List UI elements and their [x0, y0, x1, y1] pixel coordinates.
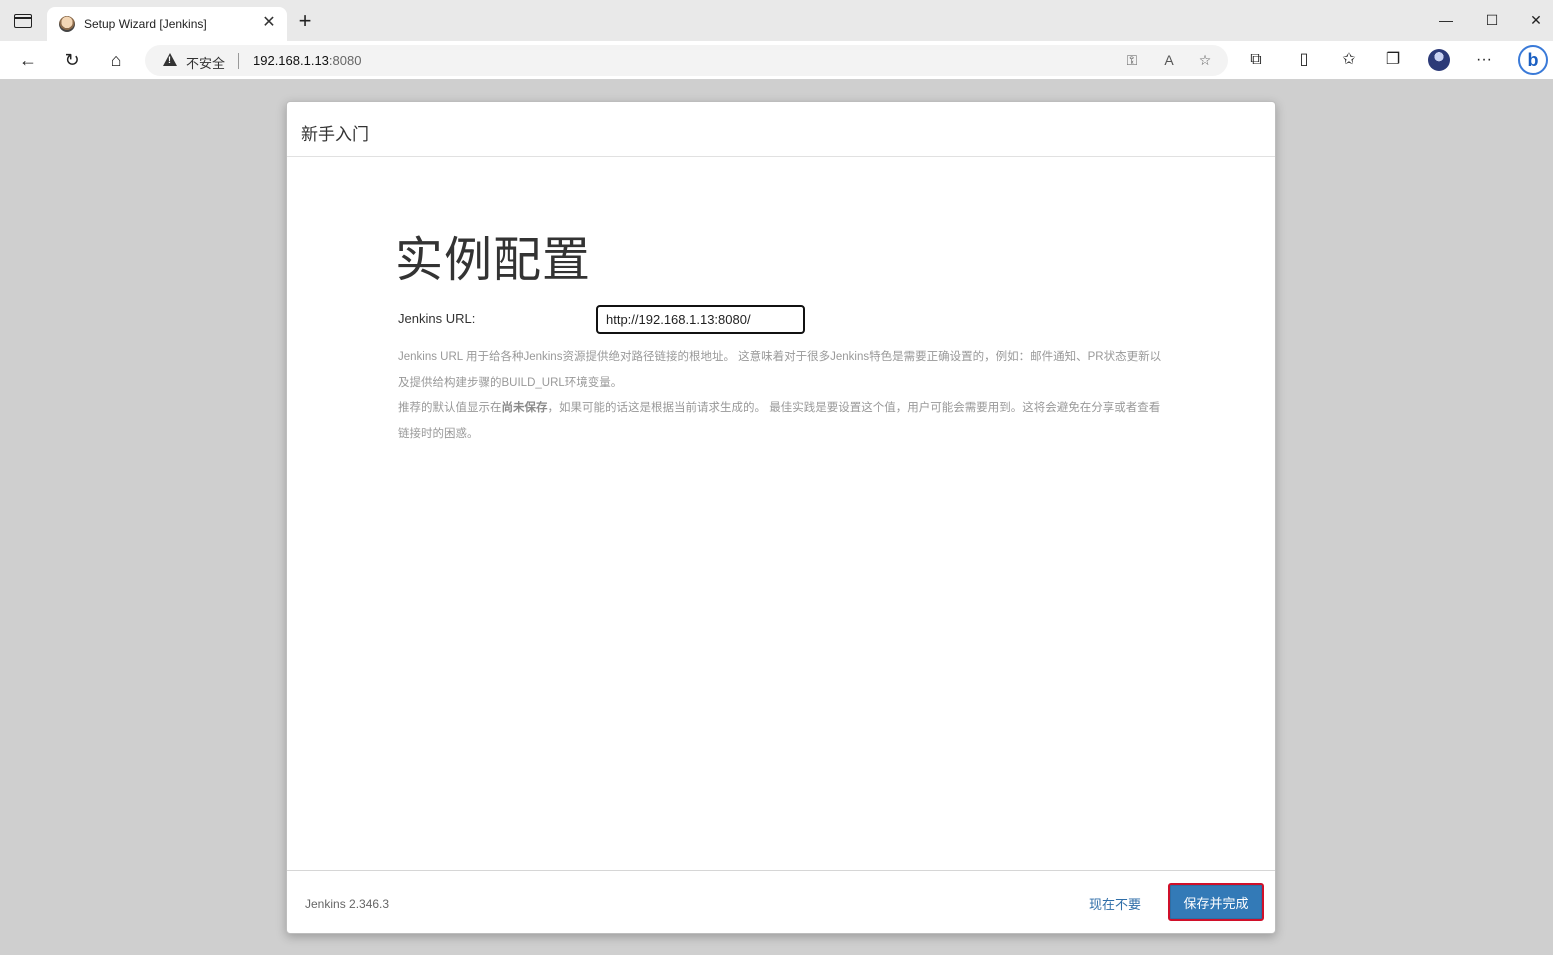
skip-link[interactable]: 现在不要 [1089, 894, 1141, 913]
help-paragraph-1: Jenkins URL 用于给各种Jenkins资源提供绝对路径链接的根地址。 … [398, 351, 1162, 389]
split-screen-icon[interactable]: ▯ [1293, 49, 1315, 71]
tab-actions-icon[interactable] [14, 14, 32, 28]
close-window-button[interactable]: ✕ [1526, 10, 1546, 30]
url-port: :8080 [328, 53, 362, 68]
profile-avatar[interactable] [1428, 49, 1450, 71]
bing-copilot-icon[interactable]: b [1518, 45, 1548, 75]
read-aloud-icon[interactable]: A [1159, 50, 1179, 70]
url-host: 192.168.1.13 [253, 53, 329, 68]
maximize-button[interactable]: ☐ [1482, 10, 1502, 30]
reload-button[interactable]: ↻ [60, 48, 84, 72]
address-divider [238, 53, 239, 69]
help-text: 推荐的默认值显示在 [398, 402, 502, 414]
tab-close-icon[interactable]: ✕ [259, 13, 279, 33]
extensions-icon[interactable]: ⧉ [1245, 49, 1267, 71]
key-icon[interactable]: ⚿ [1122, 50, 1142, 70]
dialog-title: 新手入门 [301, 125, 369, 144]
browser-toolbar: ← ↻ ⌂ 不安全 192.168.1.13:8080 ⚿ A ☆ ⧉ ▯ ✩ … [0, 41, 1553, 80]
setup-wizard-dialog: 新手入门 实例配置 Jenkins URL: Jenkins URL 用于给各种… [286, 101, 1276, 934]
more-menu-icon[interactable]: ··· [1473, 49, 1495, 71]
minimize-button[interactable]: — [1436, 10, 1456, 30]
warning-icon[interactable] [163, 53, 177, 66]
jenkins-version: Jenkins 2.346.3 [305, 897, 390, 911]
favorites-icon[interactable]: ✩ [1338, 49, 1360, 71]
security-label[interactable]: 不安全 [186, 53, 225, 72]
browser-tab[interactable]: Setup Wizard [Jenkins] ✕ [47, 7, 287, 41]
add-favorite-icon[interactable]: ☆ [1195, 50, 1215, 70]
url-text[interactable]: 192.168.1.13:8080 [253, 53, 361, 68]
collections-icon[interactable]: ❐ [1382, 49, 1404, 71]
tab-title: Setup Wizard [Jenkins] [84, 17, 207, 31]
dialog-header: 新手入门 [287, 102, 1275, 157]
address-bar[interactable]: 不安全 192.168.1.13:8080 ⚿ A ☆ [145, 45, 1228, 76]
jenkins-url-input[interactable] [596, 305, 805, 334]
url-help-text: Jenkins URL 用于给各种Jenkins资源提供绝对路径链接的根地址。 … [398, 345, 1168, 447]
back-button[interactable]: ← [16, 48, 40, 72]
help-paragraph-2: 推荐的默认值显示在尚未保存，如果可能的话这是根据当前请求生成的。 最佳实践是要设… [398, 396, 1168, 447]
new-tab-button[interactable]: + [294, 10, 316, 33]
jenkins-url-label: Jenkins URL: [398, 311, 476, 326]
page-title: 实例配置 [395, 234, 592, 287]
dialog-footer: Jenkins 2.346.3 现在不要 保存并完成 [287, 870, 1275, 933]
jenkins-favicon-icon [59, 16, 75, 32]
save-and-finish-button[interactable]: 保存并完成 [1168, 883, 1264, 921]
browser-titlebar: Setup Wizard [Jenkins] ✕ + — ☐ ✕ [0, 0, 1553, 41]
home-button[interactable]: ⌂ [104, 48, 128, 72]
help-emphasis: 尚未保存 [501, 402, 548, 414]
